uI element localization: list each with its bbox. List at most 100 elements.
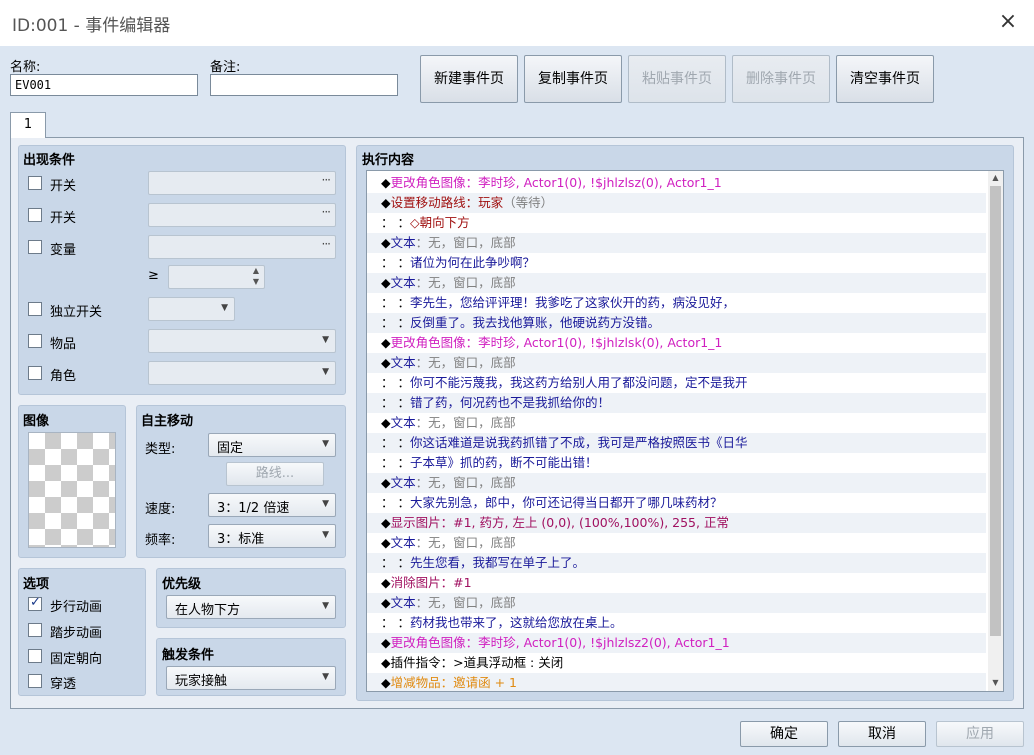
variable-select[interactable]: ··· xyxy=(148,235,336,259)
command-row[interactable]: ◆更改角色图像：李时珍, Actor1(0), !$jhlzlsk(0), Ac… xyxy=(367,333,986,353)
route-button[interactable]: 路线... xyxy=(226,462,324,486)
tab-page-1[interactable]: 1 xyxy=(10,112,46,138)
note-label: 备注: xyxy=(210,60,241,75)
command-segment: ： ： xyxy=(381,215,410,230)
paste-event-page-button[interactable]: 粘贴事件页 xyxy=(628,55,726,103)
command-row[interactable]: ◆文本：无，窗口，底部 xyxy=(367,353,986,373)
direction-fix-checkbox[interactable] xyxy=(28,649,42,663)
copy-event-page-button[interactable]: 复制事件页 xyxy=(524,55,622,103)
priority-select[interactable]: 在人物下方 ▼ xyxy=(166,595,336,619)
through-checkbox[interactable] xyxy=(28,674,42,688)
command-segment: ： ： xyxy=(381,395,410,410)
scroll-down-icon[interactable]: ▼ xyxy=(988,678,1003,687)
item-select[interactable]: ▼ xyxy=(148,329,336,353)
command-segment: 诸位为何在此争吵啊？ xyxy=(409,255,535,270)
spin-up-icon[interactable]: ▲ xyxy=(253,266,259,275)
variable-value-spinner[interactable]: ▲ ▼ xyxy=(168,265,265,289)
close-icon[interactable]: × xyxy=(996,10,1020,34)
command-row[interactable]: ◆文本：无，窗口，底部 xyxy=(367,233,986,253)
stepping-animation-checkbox[interactable] xyxy=(28,623,42,637)
chevron-down-icon: ▼ xyxy=(322,439,329,449)
scrollbar-thumb[interactable] xyxy=(990,186,1001,636)
chevron-down-icon: ▼ xyxy=(322,367,329,377)
command-segment: ◆ xyxy=(381,675,391,690)
command-segment: 错了药，何况药也不是我抓给你的！ xyxy=(409,395,610,410)
new-event-page-button[interactable]: 新建事件页 xyxy=(420,55,518,103)
variable-checkbox[interactable] xyxy=(28,240,42,254)
self-switch-checkbox[interactable] xyxy=(28,302,42,316)
item-label: 物品 xyxy=(50,337,77,352)
switch2-select[interactable]: ··· xyxy=(148,203,336,227)
apply-button[interactable]: 应用 xyxy=(936,721,1024,747)
command-segment: 文本 xyxy=(390,535,416,550)
command-row[interactable]: ◆显示图片：#1, 药方, 左上 (0,0), (100%,100%), 255… xyxy=(367,513,986,533)
switch1-select[interactable]: ··· xyxy=(148,171,336,195)
command-segment: ◆ xyxy=(381,195,391,210)
spin-down-icon[interactable]: ▼ xyxy=(253,277,259,286)
self-switch-select[interactable]: ▼ xyxy=(148,297,235,321)
variable-label: 变量 xyxy=(50,243,77,258)
command-row[interactable]: ◆增减物品：邀请函 + 1 xyxy=(367,673,986,691)
command-segment: ◆ xyxy=(381,175,391,190)
ellipsis-icon: ··· xyxy=(321,173,332,187)
command-row[interactable]: ◆文本：无，窗口，底部 xyxy=(367,273,986,293)
command-row[interactable]: ： ：大家先别急，郎中，你可还记得当日都开了哪几味药材？ xyxy=(367,493,986,513)
command-segment: ：无，窗口，底部 xyxy=(415,355,516,370)
item-checkbox[interactable] xyxy=(28,334,42,348)
switch2-checkbox[interactable] xyxy=(28,208,42,222)
options-title: 选项 xyxy=(23,577,50,592)
command-segment: 设置移动路线： xyxy=(390,195,479,210)
command-segment: ： ： xyxy=(381,315,410,330)
speed-select[interactable]: 3：1/2 倍速 ▼ xyxy=(208,493,336,517)
command-row[interactable]: ： ：你可不能污蔑我，我这药方给别人用了都没问题，定不是我开 xyxy=(367,373,986,393)
command-row[interactable]: ◆文本：无，窗口，底部 xyxy=(367,413,986,433)
walking-animation-checkbox[interactable] xyxy=(28,595,42,611)
stepping-animation-label: 踏步动画 xyxy=(50,626,103,641)
command-row[interactable]: ： ：◇朝向下方 xyxy=(367,213,986,233)
clear-event-page-button[interactable]: 清空事件页 xyxy=(836,55,934,103)
command-segment: 文本 xyxy=(390,235,416,250)
command-segment: ：无，窗口，底部 xyxy=(415,595,516,610)
command-row[interactable]: ◆设置移动路线：玩家（等待） xyxy=(367,193,986,213)
command-row[interactable]: ： ：李先生，您给评评理！我爹吃了这家伙开的药，病没见好， xyxy=(367,293,986,313)
command-segment: 显示图片：#1, 药方, 左上 (0,0), (100%,100%), 255,… xyxy=(390,515,729,530)
command-row[interactable]: ： ：药材我也带来了，这就给您放在桌上。 xyxy=(367,613,986,633)
command-row[interactable]: ◆消除图片：#1 xyxy=(367,573,986,593)
command-segment: ◆ xyxy=(381,635,391,650)
trigger-title: 触发条件 xyxy=(162,648,215,663)
movement-type-select[interactable]: 固定 ▼ xyxy=(208,433,336,457)
command-row[interactable]: ◆插件指令：>道具浮动框 : 关闭 xyxy=(367,653,986,673)
command-row[interactable]: ： ：反倒重了。我去找他算账，他硬说药方没错。 xyxy=(367,313,986,333)
actor-checkbox[interactable] xyxy=(28,366,42,380)
ok-button[interactable]: 确定 xyxy=(740,721,828,747)
command-row[interactable]: ◆更改角色图像：李时珍, Actor1(0), !$jhlzlsz2(0), A… xyxy=(367,633,986,653)
command-segment: 文本 xyxy=(390,355,416,370)
delete-event-page-button[interactable]: 删除事件页 xyxy=(732,55,830,103)
command-row[interactable]: ： ：先生您看，我都写在单子上了。 xyxy=(367,553,986,573)
scroll-up-icon[interactable]: ▲ xyxy=(988,173,1003,182)
switch1-checkbox[interactable] xyxy=(28,176,42,190)
self-switch-label: 独立开关 xyxy=(50,305,103,320)
cancel-button[interactable]: 取消 xyxy=(838,721,926,747)
command-segment: 反倒重了。我去找他算账，他硬说药方没错。 xyxy=(409,315,660,330)
name-input[interactable] xyxy=(10,74,198,96)
command-row[interactable]: ： ：你这话难道是说我药抓错了不成，我可是严格按照医书《日华 xyxy=(367,433,986,453)
trigger-select[interactable]: 玩家接触 ▼ xyxy=(166,666,336,690)
note-input[interactable] xyxy=(210,74,398,96)
image-preview[interactable] xyxy=(28,432,116,548)
frequency-select[interactable]: 3：标准 ▼ xyxy=(208,524,336,548)
command-segment: ◆ xyxy=(381,235,391,250)
chevron-down-icon: ▼ xyxy=(322,335,329,345)
command-row[interactable]: ◆更改角色图像：李时珍, Actor1(0), !$jhlzlsz(0), Ac… xyxy=(367,173,986,193)
actor-select[interactable]: ▼ xyxy=(148,361,336,385)
command-row[interactable]: ◆文本：无，窗口，底部 xyxy=(367,593,986,613)
command-list[interactable]: ◆更改角色图像：李时珍, Actor1(0), !$jhlzlsz(0), Ac… xyxy=(366,170,1004,692)
command-segment: 先生您看，我都写在单子上了。 xyxy=(409,555,585,570)
command-segment: 文本 xyxy=(390,415,416,430)
command-row[interactable]: ◆文本：无，窗口，底部 xyxy=(367,533,986,553)
command-row[interactable]: ： ：诸位为何在此争吵啊？ xyxy=(367,253,986,273)
command-row[interactable]: ： ：子本草》抓的药，断不可能出错！ xyxy=(367,453,986,473)
command-segment: 药材我也带来了，这就给您放在桌上。 xyxy=(409,615,623,630)
command-row[interactable]: ◆文本：无，窗口，底部 xyxy=(367,473,986,493)
command-row[interactable]: ： ：错了药，何况药也不是我抓给你的！ xyxy=(367,393,986,413)
